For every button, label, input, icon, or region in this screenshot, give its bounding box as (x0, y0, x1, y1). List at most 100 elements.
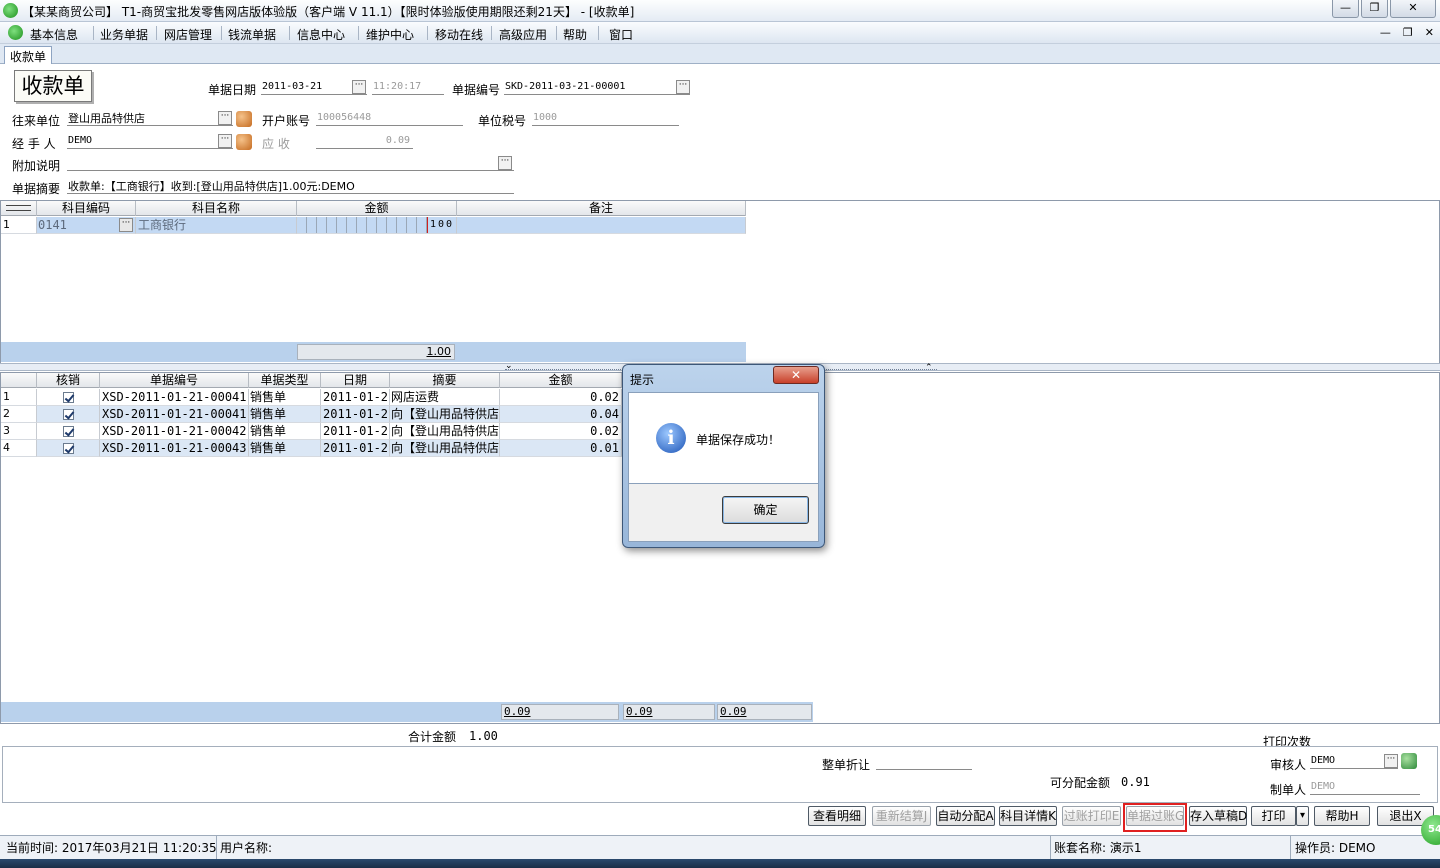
menu-advanced[interactable]: 高级应用 (499, 26, 547, 43)
tab-receipt[interactable]: 收款单 (4, 46, 53, 64)
menu-separator (491, 26, 492, 40)
cell-billtype[interactable]: 销售单 (249, 406, 321, 423)
cell-subject-name[interactable]: 工商银行 (136, 217, 297, 234)
writeoff-checkbox[interactable] (62, 426, 74, 437)
header-amount[interactable]: 金额 (500, 373, 622, 388)
cell-amount[interactable]: 0.02 (500, 389, 622, 406)
header-billtype[interactable]: 单据类型 (249, 373, 321, 388)
menu-window[interactable]: 窗口 (609, 26, 633, 43)
cell-summary[interactable]: 向【登山用品特供店 (390, 406, 500, 423)
header-amount[interactable]: 金额 (297, 201, 457, 216)
help-button[interactable]: 帮助H (1314, 806, 1370, 826)
menu-help[interactable]: 帮助 (563, 26, 587, 43)
header-date[interactable]: 日期 (321, 373, 390, 388)
partner-contact-icon[interactable] (236, 111, 252, 127)
post-print-button[interactable]: 过账打印E (1062, 806, 1121, 826)
subject-picker-button[interactable]: ··· (119, 218, 133, 232)
cell-billno[interactable]: XSD-2011-01-21-00041 (100, 389, 249, 406)
save-draft-button[interactable]: 存入草稿D (1189, 806, 1247, 826)
view-detail-button[interactable]: 查看明细 (808, 806, 866, 826)
dialog-close-button[interactable]: ✕ (773, 366, 819, 384)
menu-cashflow-docs[interactable]: 钱流单据 (228, 26, 276, 43)
print-button[interactable]: 打印 (1251, 806, 1296, 826)
menu-separator (221, 26, 222, 40)
header-writeoff[interactable]: 核销 (37, 373, 100, 388)
cell-amount[interactable]: 100 (297, 217, 457, 234)
menu-business-docs[interactable]: 业务单据 (100, 26, 148, 43)
mdi-close-button[interactable]: ✕ (1425, 26, 1434, 39)
subject-grid: 科目编码 科目名称 金额 备注 1 0141 ··· 工商银行 100 1.00 (0, 200, 1440, 364)
cell-summary[interactable]: 向【登山用品特供店 (390, 440, 500, 457)
auto-allocate-button[interactable]: 自动分配A (936, 806, 995, 826)
mdi-minimize-button[interactable]: — (1380, 26, 1391, 39)
date-picker-button[interactable]: ··· (352, 80, 366, 94)
cell-writeoff[interactable] (37, 440, 100, 457)
cell-summary[interactable]: 网店运费 (390, 389, 500, 406)
info-icon: i (656, 423, 686, 453)
cell-summary[interactable]: 向【登山用品特供店 (390, 423, 500, 440)
subject-detail-button[interactable]: 科目详情K (999, 806, 1057, 826)
cell-billtype[interactable]: 销售单 (249, 440, 321, 457)
partner-picker-button[interactable]: ··· (218, 111, 232, 125)
dialog-title: 提示 (630, 373, 655, 387)
billno-picker-button[interactable]: ··· (676, 80, 690, 94)
message-dialog: 提示 ✕ i 单据保存成功！ 确定 (622, 364, 825, 548)
minimize-button[interactable]: — (1332, 0, 1359, 18)
cell-writeoff[interactable] (37, 423, 100, 440)
header-subject-code[interactable]: 科目编码 (37, 201, 136, 216)
cell-amount[interactable]: 0.04 (500, 406, 622, 423)
cell-writeoff[interactable] (37, 389, 100, 406)
cell-amount[interactable]: 0.01 (500, 440, 622, 457)
grid-corner[interactable] (1, 201, 37, 216)
summary-field[interactable]: 收款单:【工商银行】收到:[登山用品特供店]1.00元:DEMO (67, 178, 514, 194)
note-field[interactable] (67, 155, 514, 171)
menu-mobile-online[interactable]: 移动在线 (435, 26, 483, 43)
cell-date[interactable]: 2011-01-21 (321, 440, 390, 457)
recalculate-button[interactable]: 重新结算J (872, 806, 931, 826)
cell-remark[interactable] (457, 217, 746, 234)
note-picker-button[interactable]: ··· (498, 156, 512, 170)
cell-billno[interactable]: XSD-2011-01-21-00041 (100, 406, 249, 423)
cell-billtype[interactable]: 销售单 (249, 423, 321, 440)
cell-date[interactable]: 2011-01-21 (321, 406, 390, 423)
cell-date[interactable]: 2011-01-21 (321, 389, 390, 406)
restore-button[interactable]: ❐ (1361, 0, 1388, 18)
cell-billno[interactable]: XSD-2011-01-21-00043 (100, 440, 249, 457)
dialog-ok-button[interactable]: 确定 (722, 496, 809, 524)
header-summary[interactable]: 摘要 (390, 373, 500, 388)
auditor-picker-button[interactable]: ··· (1384, 754, 1398, 768)
handler-picker-button[interactable]: ··· (218, 134, 232, 148)
billno-field[interactable]: SKD-2011-03-21-00001 (504, 79, 690, 95)
menu-info-center[interactable]: 信息中心 (297, 26, 345, 43)
header-subject-name[interactable]: 科目名称 (136, 201, 297, 216)
cell-billtype[interactable]: 销售单 (249, 389, 321, 406)
cell-writeoff[interactable] (37, 406, 100, 423)
auditor-user-icon[interactable] (1401, 753, 1417, 769)
header-remark[interactable]: 备注 (457, 201, 746, 216)
menu-basic-info[interactable]: 基本信息 (30, 26, 78, 43)
footer-panel (2, 746, 1438, 803)
cell-date[interactable]: 2011-01-21 (321, 423, 390, 440)
grid-corner[interactable] (1, 373, 37, 388)
cell-billno[interactable]: XSD-2011-01-21-00042 (100, 423, 249, 440)
tax-label: 单位税号 (478, 114, 527, 128)
writeoff-checkbox[interactable] (62, 392, 74, 403)
post-button-highlight (1123, 803, 1187, 832)
print-dropdown-button[interactable]: ▾ (1296, 806, 1309, 826)
close-window-button[interactable]: ✕ (1390, 0, 1436, 18)
tab-strip: 收款单 (0, 44, 1440, 64)
menu-maintenance[interactable]: 维护中心 (366, 26, 414, 43)
handler-contact-icon[interactable] (236, 134, 252, 150)
table-row[interactable]: 1 0141 ··· 工商银行 100 (1, 217, 746, 234)
billno-label: 单据编号 (452, 83, 501, 97)
writeoff-checkbox[interactable] (62, 443, 74, 454)
handler-field[interactable]: DEMO (67, 133, 233, 149)
partner-field[interactable]: 登山用品特供店 (67, 110, 233, 126)
cell-amount[interactable]: 0.02 (500, 423, 622, 440)
chevron-down-icon[interactable]: ⌄ (505, 361, 513, 371)
menu-online-store[interactable]: 网店管理 (164, 26, 212, 43)
discount-field[interactable] (876, 754, 972, 770)
header-billno[interactable]: 单据编号 (100, 373, 249, 388)
mdi-restore-button[interactable]: ❐ (1403, 26, 1413, 39)
writeoff-checkbox[interactable] (62, 409, 74, 420)
